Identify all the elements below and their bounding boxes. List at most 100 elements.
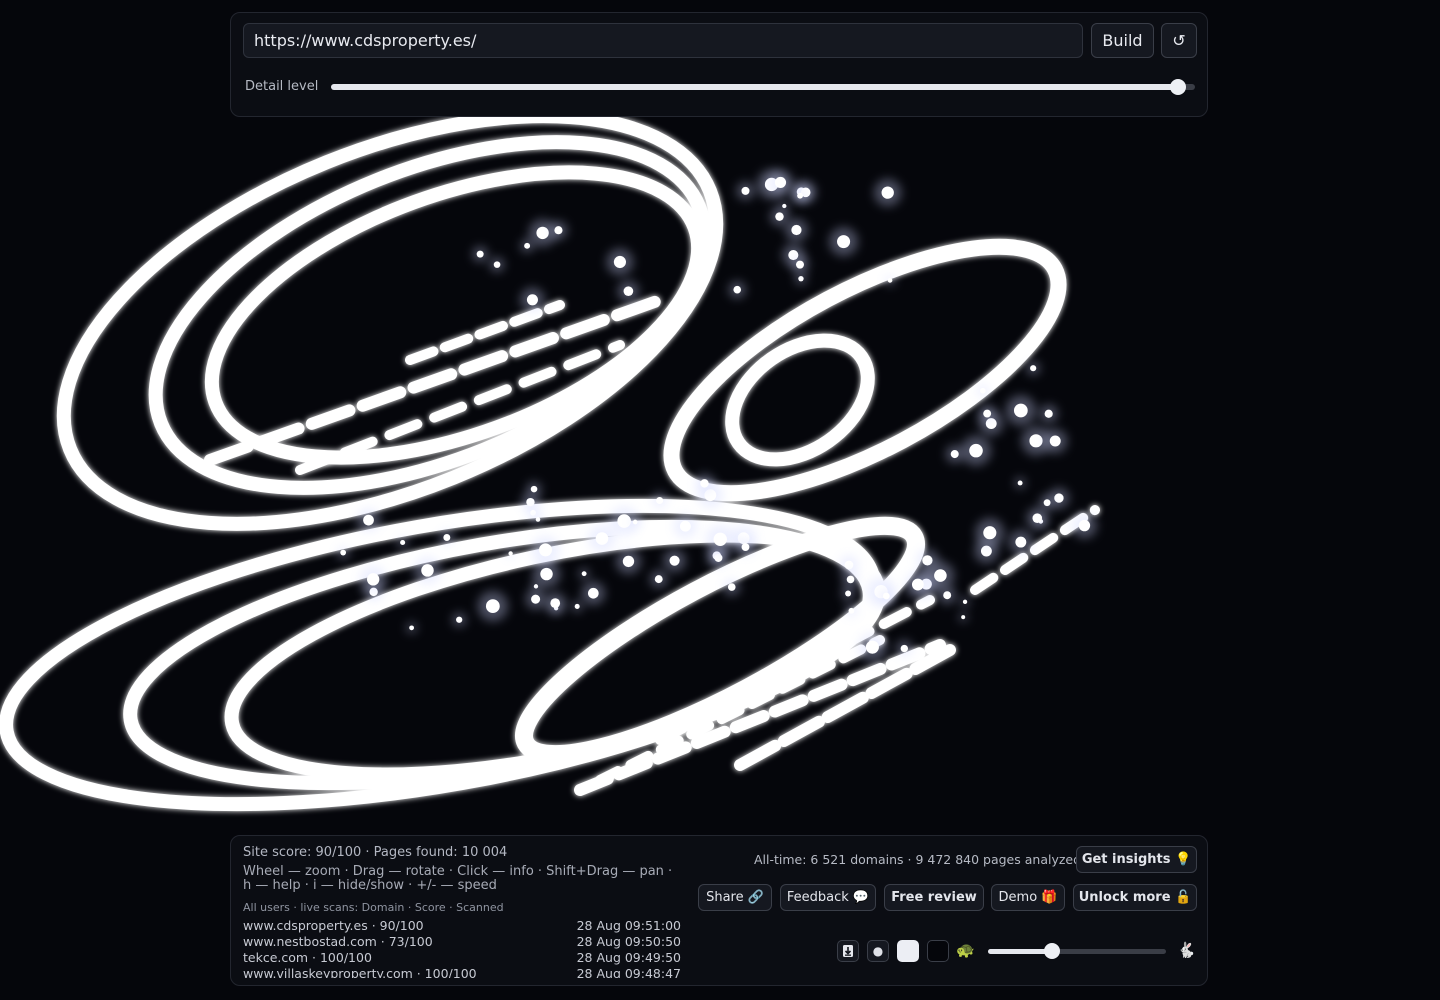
graph-node[interactable]: [882, 592, 890, 600]
graph-node[interactable]: [550, 598, 561, 608]
graph-node[interactable]: [554, 226, 563, 235]
graph-node[interactable]: [539, 543, 552, 557]
scan-row[interactable]: www.nestbostad.com · 73/100 28 Aug 09:50:…: [243, 934, 681, 950]
graph-node[interactable]: [727, 583, 736, 591]
scan-row[interactable]: www.villaskeyproperty.com · 100/100 28 Au…: [243, 966, 681, 978]
graph-node[interactable]: [950, 450, 959, 459]
speed-thumb[interactable]: [1044, 943, 1061, 959]
graph-node[interactable]: [622, 555, 635, 568]
graph-node[interactable]: [741, 186, 750, 195]
graph-node[interactable]: [934, 569, 947, 582]
graph-node[interactable]: [844, 560, 854, 570]
graph-node[interactable]: [983, 409, 992, 418]
graph-node[interactable]: [865, 640, 879, 654]
graph-node[interactable]: [845, 590, 852, 597]
graph-node[interactable]: [700, 479, 709, 488]
graph-node[interactable]: [617, 514, 631, 528]
speed-slider[interactable]: [988, 943, 1166, 959]
graph-node[interactable]: [654, 575, 663, 584]
graph-node[interactable]: [366, 573, 380, 586]
graph-node[interactable]: [623, 286, 634, 296]
url-input[interactable]: [243, 23, 1083, 58]
graph-node[interactable]: [837, 235, 851, 249]
get-insights-button[interactable]: Get insights 💡: [1076, 846, 1197, 873]
graph-node[interactable]: [632, 519, 638, 525]
graph-node[interactable]: [980, 545, 992, 557]
graph-node[interactable]: [962, 599, 968, 605]
graph-node[interactable]: [1013, 403, 1028, 418]
graph-node[interactable]: [656, 496, 664, 505]
graph-node[interactable]: [443, 534, 451, 541]
graph-node[interactable]: [1078, 519, 1091, 532]
graph-node[interactable]: [400, 539, 406, 546]
build-button[interactable]: Build: [1091, 23, 1154, 58]
graph-node[interactable]: [741, 543, 750, 552]
graph-node[interactable]: [1017, 480, 1023, 486]
graph-node[interactable]: [1015, 536, 1027, 548]
graph-node[interactable]: [798, 275, 804, 282]
free-review-button[interactable]: Free review: [884, 884, 984, 911]
graph-node[interactable]: [530, 485, 538, 493]
unlock-more-button[interactable]: Unlock more 🔓: [1073, 884, 1197, 911]
graph-node[interactable]: [531, 594, 541, 604]
graph-node[interactable]: [456, 616, 463, 623]
graph-node[interactable]: [340, 549, 347, 556]
graph-node[interactable]: [485, 599, 500, 614]
graph-node[interactable]: [669, 555, 680, 566]
graph-node[interactable]: [797, 192, 804, 199]
graph-node[interactable]: [476, 250, 484, 258]
graph-node[interactable]: [887, 278, 893, 283]
graph-node[interactable]: [881, 186, 894, 199]
graph-node[interactable]: [714, 553, 723, 562]
graph-node[interactable]: [775, 212, 784, 221]
graph-node[interactable]: [961, 615, 966, 620]
graph-node[interactable]: [1044, 409, 1053, 418]
graph-node[interactable]: [943, 591, 952, 600]
graph-node[interactable]: [679, 520, 691, 532]
feedback-button[interactable]: Feedback 💬: [780, 884, 876, 911]
scan-row[interactable]: www.cdsproperty.es · 90/100 28 Aug 09:51:…: [243, 918, 681, 934]
graph-node[interactable]: [535, 517, 541, 522]
graph-node[interactable]: [848, 607, 855, 614]
graph-node[interactable]: [536, 226, 549, 240]
download-button[interactable]: [837, 940, 859, 962]
graph-node[interactable]: [911, 578, 924, 591]
graph-node[interactable]: [526, 294, 538, 306]
graph-node[interactable]: [524, 242, 531, 249]
graph-node[interactable]: [493, 261, 501, 268]
graph-node[interactable]: [508, 551, 513, 556]
graph-node[interactable]: [713, 532, 727, 547]
dark-theme-button[interactable]: [927, 940, 949, 962]
graph-node[interactable]: [1029, 434, 1043, 448]
graph-node[interactable]: [1054, 493, 1064, 503]
graph-node[interactable]: [595, 532, 609, 545]
graph-node[interactable]: [733, 285, 742, 294]
graph-node[interactable]: [530, 509, 537, 516]
graph-node[interactable]: [574, 603, 580, 609]
graph-node[interactable]: [983, 526, 997, 540]
demo-button[interactable]: Demo 🎁: [991, 884, 1065, 911]
scan-row[interactable]: tekce.com · 100/100 28 Aug 09:49:50: [243, 950, 681, 966]
graph-node[interactable]: [363, 514, 374, 526]
light-theme-button[interactable]: [897, 940, 919, 962]
graph-node[interactable]: [540, 567, 553, 581]
graph-node[interactable]: [969, 443, 983, 458]
graph-node[interactable]: [613, 255, 626, 269]
graph-node[interactable]: [980, 387, 986, 394]
graph-node[interactable]: [846, 575, 855, 584]
graph-node[interactable]: [774, 176, 787, 189]
graph-node[interactable]: [1043, 499, 1051, 507]
graph-node[interactable]: [1030, 365, 1037, 372]
graph-node[interactable]: [795, 260, 804, 269]
graph-node[interactable]: [421, 564, 434, 577]
graph-node[interactable]: [526, 497, 535, 507]
detail-level-thumb[interactable]: [1169, 79, 1186, 95]
reset-button[interactable]: ↺: [1161, 23, 1197, 58]
graph-node[interactable]: [1049, 435, 1061, 447]
graph-node[interactable]: [782, 203, 787, 209]
graph-node[interactable]: [587, 587, 599, 599]
graph-node[interactable]: [1032, 513, 1043, 523]
graph-node[interactable]: [922, 555, 933, 566]
node-style-button[interactable]: ●: [867, 940, 889, 962]
graph-node[interactable]: [533, 584, 539, 589]
